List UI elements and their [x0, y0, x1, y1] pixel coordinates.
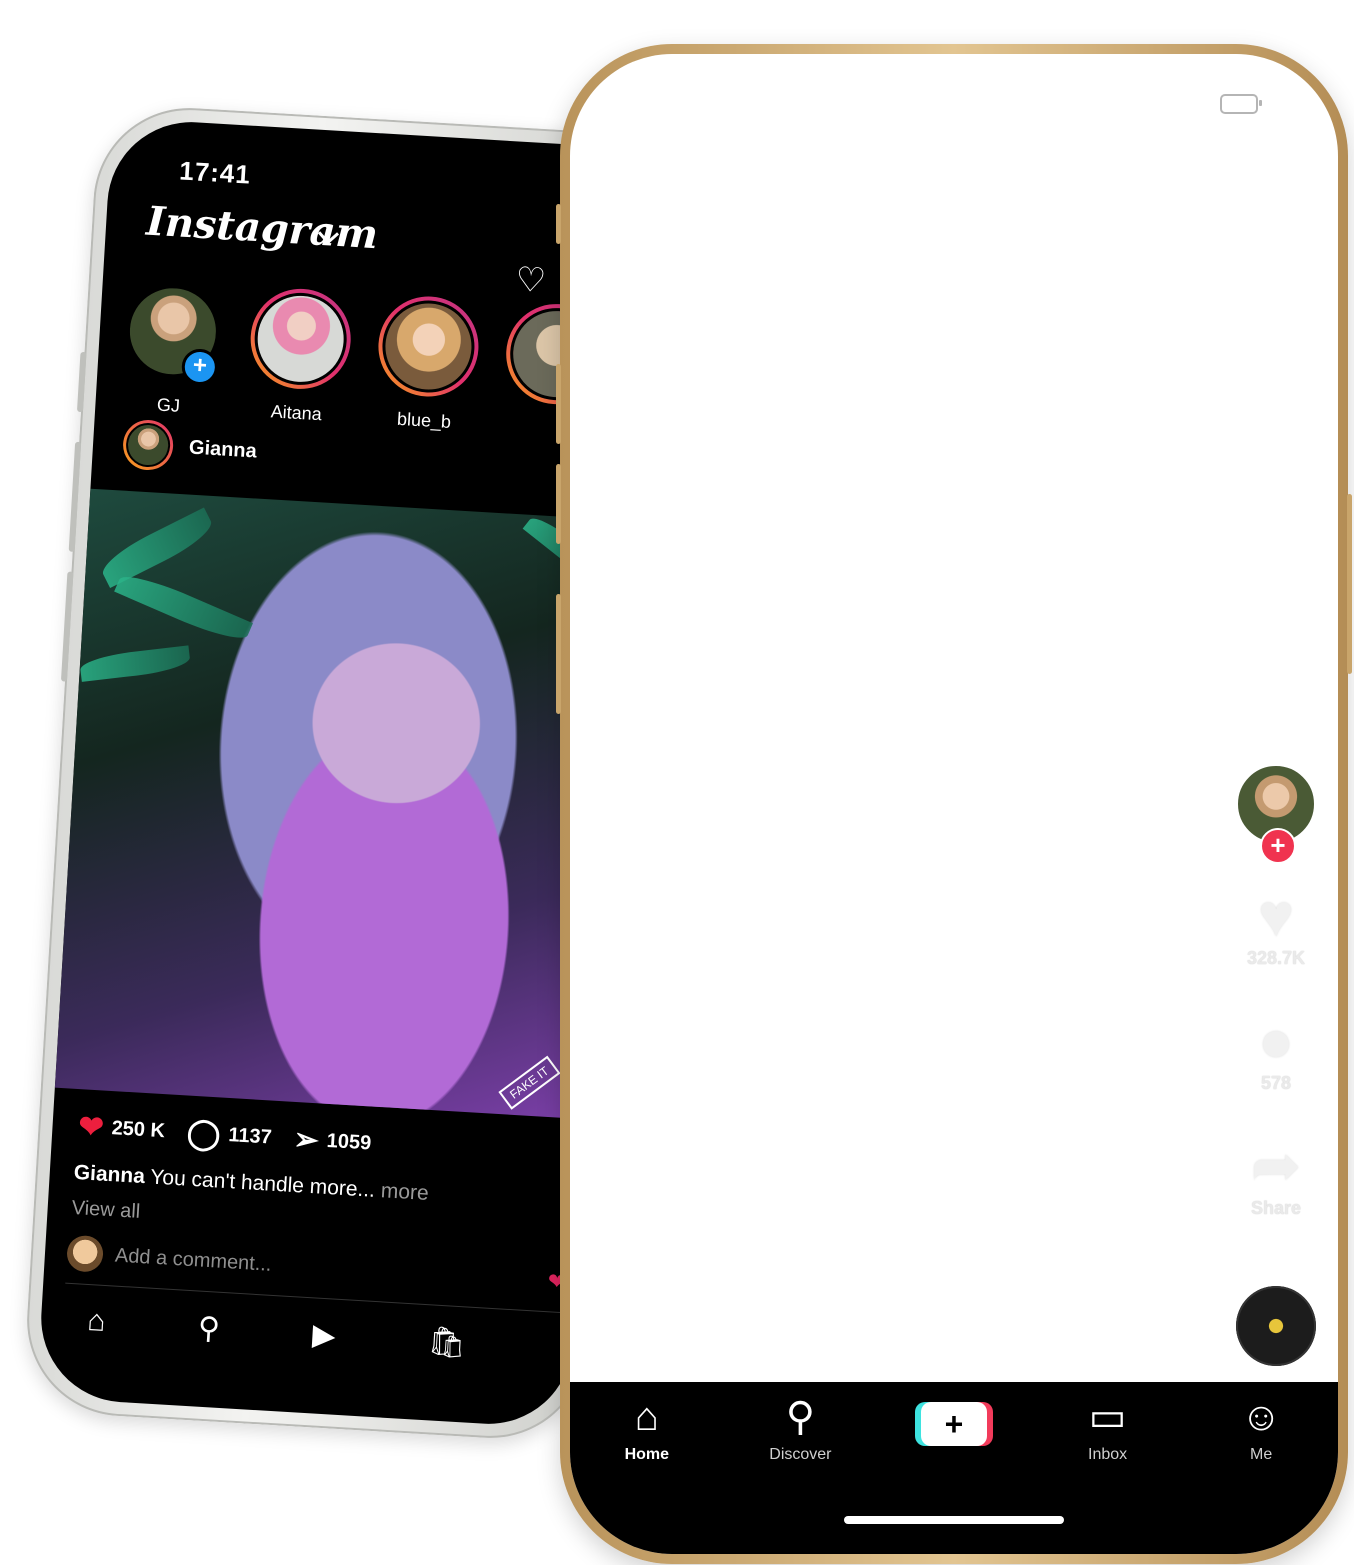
caption-author[interactable]: Gianna — [73, 1161, 145, 1188]
share-count: 1059 — [326, 1129, 372, 1155]
story-item[interactable]: + GJ — [113, 278, 231, 419]
nav-label: Discover — [769, 1446, 832, 1463]
post-header[interactable]: Gianna — [121, 418, 259, 477]
instagram-logo[interactable]: Instagram — [145, 198, 379, 259]
create-icon[interactable]: + — [920, 1402, 987, 1446]
avatar — [379, 297, 478, 396]
comment-icon[interactable]: ◯ — [186, 1116, 222, 1153]
home-indicator — [844, 1516, 1064, 1524]
post-avatar — [121, 418, 175, 472]
tiktok-screen: + ♥ 328.7K ● 578 ➦ Share ⌂ Home ⚲ Discov… — [570, 54, 1338, 1554]
home-icon: ⌂ — [634, 1395, 659, 1439]
like-count: 250 K — [111, 1117, 166, 1143]
music-disc-icon[interactable] — [1236, 1286, 1316, 1366]
tiktok-phone: + ♥ 328.7K ● 578 ➦ Share ⌂ Home ⚲ Discov… — [556, 44, 1352, 1564]
instagram-screen: 17:41 Instagram ♡ + GJ Aitana blue_b Gia… — [36, 117, 644, 1429]
search-icon: ⚲ — [785, 1395, 816, 1439]
share-label: Share — [1250, 1198, 1302, 1218]
nav-discover[interactable]: ⚲ Discover — [740, 1392, 860, 1464]
avatar — [252, 290, 350, 388]
story-ring — [375, 293, 482, 400]
caption-text: You can't handle more... — [149, 1165, 376, 1202]
power-button — [1347, 494, 1352, 674]
story-name: blue_b — [396, 408, 452, 432]
nav-home[interactable]: ⌂ Home — [587, 1392, 707, 1464]
share-arrow-icon[interactable]: ➦ — [1236, 1134, 1316, 1198]
bottom-nav: ⌂ ⚲ ▶ 🛍 — [40, 1301, 573, 1367]
caption-more-link[interactable]: more — [380, 1179, 429, 1205]
heart-outline-icon[interactable]: ♡ — [514, 260, 547, 302]
view-all-comments-link[interactable]: View all — [71, 1197, 141, 1224]
like-action[interactable]: ♥ 328.7K — [1236, 884, 1316, 969]
side-button — [556, 364, 561, 444]
heart-icon[interactable]: ♥ — [1236, 884, 1316, 948]
side-button — [556, 594, 561, 714]
action-rail: + ♥ 328.7K ● 578 ➦ Share — [1236, 764, 1316, 1219]
comment-count: 1137 — [227, 1124, 273, 1149]
nav-inbox[interactable]: ▭ Inbox — [1048, 1392, 1168, 1464]
leaf-decoration — [96, 507, 218, 589]
leaf-decoration — [79, 645, 192, 682]
leaf-decoration — [114, 567, 253, 648]
search-icon[interactable]: ⚲ — [197, 1311, 221, 1347]
user-avatar — [66, 1234, 105, 1273]
like-count: 328.7K — [1246, 948, 1306, 968]
comment-composer[interactable]: Add a comment... ❤ — [65, 1234, 568, 1314]
comment-action[interactable]: ● 578 — [1236, 1009, 1316, 1094]
post-image[interactable]: FAKE IT — [54, 488, 622, 1120]
comment-input[interactable]: Add a comment... — [114, 1244, 272, 1276]
story-item[interactable]: Aitana — [241, 286, 359, 427]
reels-icon[interactable]: ▶ — [311, 1317, 336, 1353]
story-ring — [247, 286, 354, 392]
send-icon[interactable]: ➢ — [293, 1122, 320, 1158]
comment-bubble-icon[interactable]: ● — [1236, 1009, 1316, 1073]
status-time: 17:41 — [178, 155, 252, 190]
nav-label: Inbox — [1088, 1446, 1128, 1463]
creator-avatar[interactable]: + — [1236, 764, 1316, 864]
share-action[interactable]: ➦ Share — [1236, 1134, 1316, 1219]
side-button — [556, 204, 561, 244]
profile-icon: ☺ — [1240, 1395, 1282, 1439]
nav-label: Me — [1250, 1446, 1273, 1463]
watermark: FAKE IT — [498, 1055, 561, 1110]
shop-icon[interactable]: 🛍 — [427, 1324, 467, 1361]
nav-me[interactable]: ☺ Me — [1201, 1392, 1321, 1464]
post-author[interactable]: Gianna — [188, 436, 257, 463]
follow-plus-icon[interactable]: + — [1260, 828, 1296, 864]
nav-label: Home — [624, 1446, 670, 1463]
comment-count: 578 — [1260, 1073, 1292, 1093]
story-item[interactable]: blue_b — [369, 293, 487, 434]
battery-icon — [1220, 94, 1262, 114]
home-icon[interactable]: ⌂ — [86, 1304, 106, 1340]
side-button — [556, 464, 561, 544]
post-actions: ❤ 250 K ◯ 1137 ➢ 1059 — [78, 1109, 395, 1163]
bottom-nav: ⌂ Home ⚲ Discover + ▭ Inbox ☺ Me — [570, 1382, 1338, 1554]
nav-create[interactable]: + — [894, 1392, 1014, 1464]
heart-filled-icon[interactable]: ❤ — [78, 1109, 105, 1145]
story-name: GJ — [156, 394, 181, 416]
inbox-icon: ▭ — [1088, 1395, 1127, 1439]
story-name: Aitana — [270, 401, 323, 425]
